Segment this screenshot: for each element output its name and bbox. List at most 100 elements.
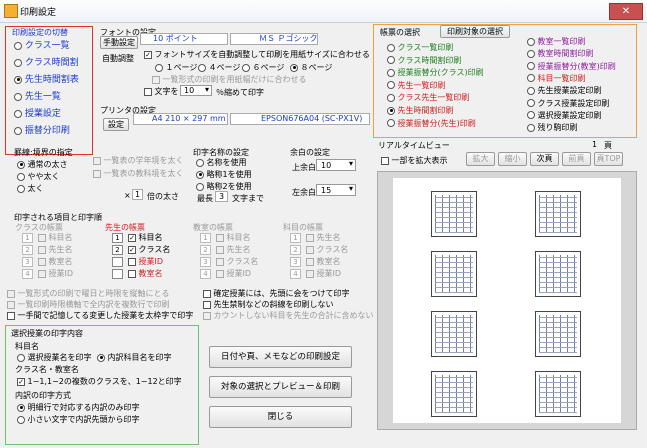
border-option-radio[interactable]	[17, 160, 25, 169]
print-item-order[interactable]: 2	[200, 244, 211, 255]
print-item-order[interactable]: 4	[22, 268, 33, 279]
print-item[interactable]: 2 ✓ クラス名	[112, 244, 170, 255]
print-item[interactable]: 4 授業ID	[22, 268, 73, 279]
print-item-checkbox[interactable]	[38, 245, 46, 254]
print-mode-option[interactable]: 授業設定	[14, 106, 61, 119]
form-option-radio[interactable]	[387, 81, 395, 90]
print-item-order[interactable]: 2	[112, 244, 123, 255]
print-item-checkbox[interactable]	[216, 233, 224, 242]
name-option[interactable]: 略称2を使用	[196, 181, 252, 192]
shrink-checkbox[interactable]	[144, 87, 152, 96]
border-option[interactable]: 通常の太さ	[17, 159, 68, 170]
form-option[interactable]: クラス一覧印刷	[387, 42, 453, 53]
print-item-order[interactable]	[112, 268, 123, 279]
print-mode-option[interactable]: 先生一覧	[14, 89, 61, 102]
date-memo-button[interactable]: 日付や頁、メモなどの印刷設定	[209, 346, 352, 368]
close-icon[interactable]: ✕	[609, 3, 643, 20]
print-item-order[interactable]: 2	[22, 244, 33, 255]
form-option-radio[interactable]	[527, 37, 535, 46]
zoom-part-checkbox[interactable]	[381, 156, 389, 165]
form-option-radio[interactable]	[387, 93, 395, 102]
form-option-radio[interactable]	[527, 86, 535, 95]
form-option[interactable]: 授業振替分(先生)印刷	[387, 118, 476, 129]
print-mode-option[interactable]: クラス時間割	[14, 55, 79, 68]
form-option-radio[interactable]	[527, 62, 535, 71]
method-option[interactable]: 小さい文字で内訳先頭から印字	[17, 414, 140, 425]
form-option[interactable]: 授業振替分(クラス)印刷	[387, 67, 484, 78]
zoom-part-option[interactable]: 一部を拡大表示	[381, 155, 448, 166]
fit-paper-option[interactable]: ✓ フォントサイズを自動調整して印刷を用紙サイズに合わせる	[144, 49, 370, 60]
left-margin-select[interactable]: 15	[316, 184, 356, 196]
preview-top-page-button[interactable]: 頁TOP	[594, 152, 623, 166]
print-mode-option[interactable]: 振替分印刷	[14, 123, 70, 136]
print-item-checkbox[interactable]: ✓	[128, 233, 136, 242]
print-option-checkbox[interactable]	[7, 300, 15, 309]
subject-print-option[interactable]: 内訳科目名を印字	[97, 352, 172, 363]
form-option-radio[interactable]	[527, 123, 535, 132]
form-option[interactable]: クラス授業設定印刷	[527, 98, 609, 109]
print-item-checkbox[interactable]	[38, 257, 46, 266]
print-item-order[interactable]: 1	[22, 232, 33, 243]
print-mode-radio[interactable]	[14, 109, 22, 118]
print-item[interactable]: 4 授業ID	[200, 268, 251, 279]
print-option-checkbox[interactable]	[7, 289, 15, 298]
preview-next-page-button[interactable]: 次頁	[530, 152, 559, 166]
print-item-checkbox[interactable]	[38, 269, 46, 278]
preview-zoom-in-button[interactable]: 拡大	[466, 152, 495, 166]
form-option[interactable]: 先生時間割印刷	[387, 105, 454, 116]
name-option-radio[interactable]	[196, 182, 204, 191]
preview-zoom-out-button[interactable]: 縮小	[498, 152, 527, 166]
print-option-right[interactable]: カウントしない科目を先生の合計に含めない	[203, 310, 374, 321]
print-item-order[interactable]: 2	[290, 244, 301, 255]
pages-option[interactable]: ８ページ	[290, 62, 332, 73]
print-mode-radio[interactable]	[14, 75, 22, 84]
form-option[interactable]: クラス先生一覧印刷	[387, 92, 469, 103]
method-option-radio[interactable]	[17, 415, 25, 424]
print-item[interactable]: 4 授業ID	[290, 268, 341, 279]
form-option[interactable]: 先生一覧印刷	[387, 80, 446, 91]
subject-print-option-radio[interactable]	[97, 353, 105, 362]
method-option[interactable]: 明細行で対応する内訳のみ印字	[17, 402, 140, 413]
form-option[interactable]: 選択授業設定印刷	[527, 110, 602, 121]
print-item-order[interactable]: 1	[112, 232, 123, 243]
print-item-checkbox[interactable]	[216, 257, 224, 266]
print-item-checkbox[interactable]	[306, 245, 314, 254]
print-item-order[interactable]: 4	[200, 268, 211, 279]
print-option-checkbox[interactable]	[203, 289, 211, 298]
print-item[interactable]: 3 教室名	[290, 256, 341, 267]
subject-print-option-radio[interactable]	[17, 353, 25, 362]
pages-option[interactable]: ４ページ	[198, 62, 240, 73]
form-option-radio[interactable]	[527, 111, 535, 120]
border-option-radio[interactable]	[17, 172, 25, 181]
print-item-checkbox[interactable]	[306, 233, 314, 242]
form-option[interactable]: 教室時間割印刷	[527, 48, 594, 59]
class-merge-checkbox[interactable]: ✓	[17, 377, 25, 386]
print-item-order[interactable]: 1	[290, 232, 301, 243]
form-option-radio[interactable]	[527, 49, 535, 58]
shrink-option[interactable]: 文字を	[144, 86, 179, 97]
border-option-radio[interactable]	[17, 184, 25, 193]
close-button[interactable]: 閉じる	[209, 406, 352, 428]
print-item-checkbox[interactable]	[306, 269, 314, 278]
manual-setting-button[interactable]: 手動設定	[100, 36, 138, 49]
print-mode-radio[interactable]	[14, 41, 22, 50]
name-option-radio[interactable]	[196, 158, 204, 167]
print-item-order[interactable]: 3	[200, 256, 211, 267]
print-mode-radio[interactable]	[14, 92, 22, 101]
print-option-checkbox[interactable]	[203, 300, 211, 309]
shrink-percent-select[interactable]: 10	[180, 85, 212, 96]
print-item[interactable]: 3 クラス名	[200, 256, 258, 267]
print-item[interactable]: 1 先生名	[290, 232, 341, 243]
method-option-radio[interactable]	[17, 403, 25, 412]
print-item-checkbox[interactable]	[216, 245, 224, 254]
form-option[interactable]: 先生授業設定印刷	[527, 85, 602, 96]
print-mode-radio[interactable]	[14, 58, 22, 67]
print-option-left[interactable]: 一覧形式の印刷で曜日と時限を縦軸にとる	[7, 288, 170, 299]
form-option[interactable]: 残り駒印刷	[527, 122, 578, 133]
print-item[interactable]: 教室名	[112, 268, 163, 279]
print-item[interactable]: 2 先生名	[200, 244, 251, 255]
fit-paper-checkbox[interactable]: ✓	[144, 50, 152, 59]
print-option-left[interactable]: 一手間で記憶してる変更した授業を太枠字で印字	[7, 310, 193, 321]
form-option-radio[interactable]	[387, 56, 395, 65]
name-option[interactable]: 略称1を使用	[196, 169, 252, 180]
